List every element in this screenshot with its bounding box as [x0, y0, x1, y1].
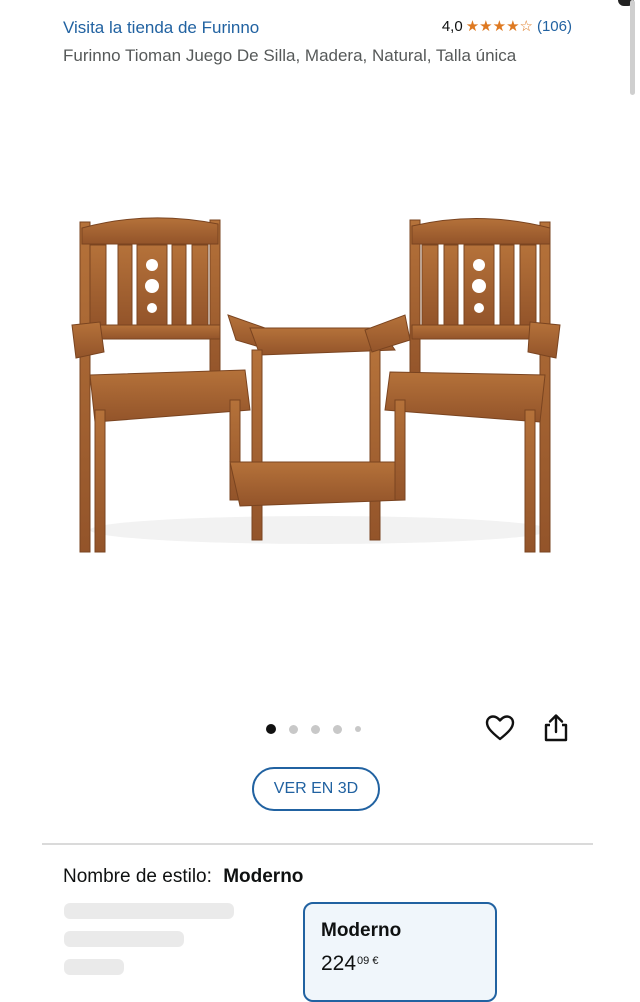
star-rating: ★ ★ ★ ★ ☆	[466, 19, 533, 34]
star-icon: ★	[492, 18, 507, 35]
view-3d-button[interactable]: VER EN 3D	[252, 767, 380, 811]
carousel-dot[interactable]	[289, 724, 298, 734]
carousel-dot[interactable]	[355, 726, 361, 732]
star-icon: ★	[465, 18, 480, 35]
option-name: Moderno	[321, 920, 402, 941]
faded-placeholder	[64, 903, 244, 983]
product-image[interactable]	[60, 200, 580, 570]
style-option-moderno[interactable]: Moderno 224 09 €	[303, 902, 497, 1002]
review-count[interactable]: (106)	[537, 18, 572, 35]
image-carousel-dots[interactable]	[266, 724, 374, 734]
carousel-dot[interactable]	[333, 724, 342, 734]
star-icon: ★	[506, 18, 520, 35]
carousel-dot-active[interactable]	[266, 724, 276, 734]
scrollbar[interactable]	[630, 0, 635, 95]
section-divider	[42, 843, 593, 845]
heart-icon[interactable]	[484, 712, 516, 744]
visit-store-link[interactable]: Visita la tienda de Furinno	[63, 18, 259, 38]
rating-value: 4,0	[441, 18, 463, 35]
price-whole: 224	[321, 952, 357, 975]
style-selected-value: Moderno	[223, 866, 304, 887]
price-cents: 09 €	[357, 955, 379, 967]
style-label: Nombre de estilo:	[63, 866, 212, 887]
product-title: Furinno Tioman Juego De Silla, Madera, N…	[63, 46, 517, 65]
star-empty-icon: ☆	[519, 18, 533, 35]
style-name-row: Nombre de estilo: Moderno	[63, 866, 303, 888]
share-icon[interactable]	[540, 712, 572, 744]
option-price: 224 09 €	[321, 952, 479, 976]
star-icon: ★	[479, 18, 493, 35]
rating-summary[interactable]: 4,0 ★ ★ ★ ★ ☆ (106)	[442, 18, 572, 35]
carousel-dot[interactable]	[311, 724, 320, 734]
